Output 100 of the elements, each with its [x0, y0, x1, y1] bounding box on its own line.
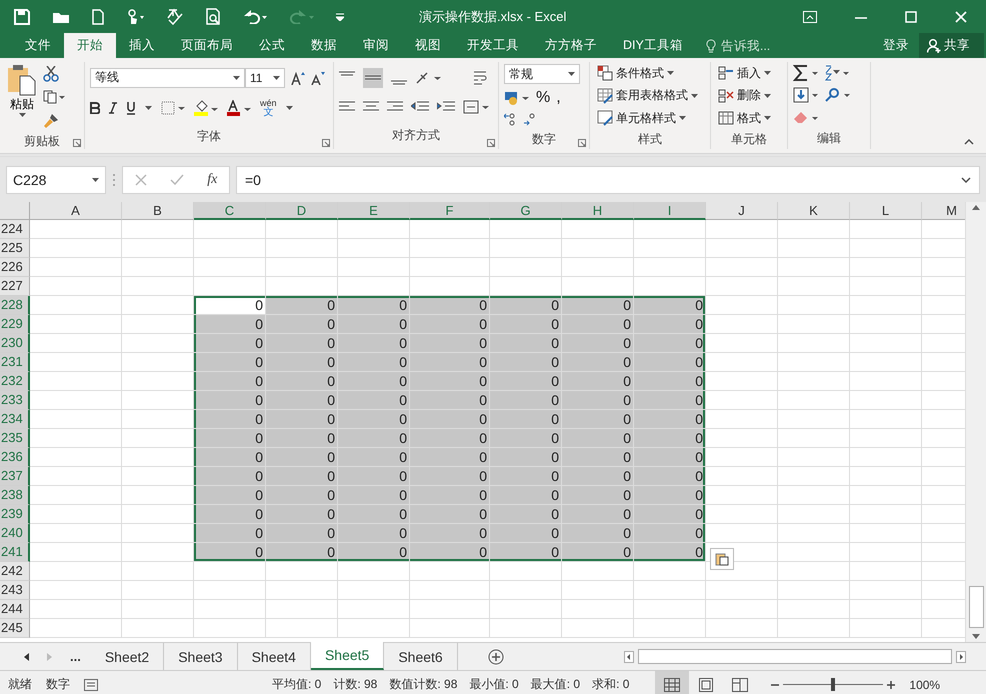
ribbon-tab[interactable]: 开始 [64, 33, 116, 58]
ribbon-tab[interactable]: 开发工具 [454, 33, 532, 58]
previous-sheet-icon[interactable] [24, 652, 29, 660]
underline-icon[interactable] [126, 100, 136, 114]
scroll-right-icon[interactable] [956, 650, 966, 662]
number-format-field[interactable]: 常规 [504, 64, 580, 84]
autosum-icon[interactable] [793, 65, 819, 82]
row-header[interactable]: 224 [0, 220, 30, 239]
save-icon[interactable] [14, 8, 30, 24]
name-box[interactable]: C228 [6, 166, 106, 194]
copy-icon[interactable] [43, 90, 65, 104]
italic-icon[interactable] [109, 102, 117, 114]
styles-menu-button[interactable]: 套用表格格式 [595, 86, 705, 106]
percent-button[interactable]: % [536, 89, 550, 108]
bold-icon[interactable] [90, 102, 100, 114]
macro-record-icon[interactable] [84, 678, 98, 690]
format-painter-icon[interactable] [43, 112, 59, 129]
row-header[interactable]: 242 [0, 562, 30, 581]
paste-button[interactable]: 粘贴 [5, 62, 39, 133]
sheet-tab[interactable]: Sheet5 [310, 642, 384, 670]
zoom-level[interactable]: 100% [909, 678, 940, 692]
sort-filter-icon[interactable] [825, 65, 851, 82]
column-header[interactable]: B [122, 202, 194, 220]
align-right-icon[interactable] [387, 101, 403, 114]
spelling-icon[interactable] [166, 8, 184, 26]
column-header[interactable]: K [778, 202, 850, 220]
ribbon-tab[interactable]: 页面布局 [168, 33, 246, 58]
row-header[interactable]: 245 [0, 619, 30, 638]
row-header[interactable]: 227 [0, 277, 30, 296]
font-color-icon[interactable] [227, 100, 251, 116]
column-header[interactable]: C [194, 202, 266, 220]
ribbon-tab[interactable]: 审阅 [350, 33, 402, 58]
column-header[interactable]: M [922, 202, 965, 220]
ribbon-tab[interactable]: 方方格子 [532, 33, 610, 58]
cells-menu-button[interactable]: 删除 [716, 86, 782, 106]
dialog-launcher-icon[interactable] [578, 139, 586, 147]
column-header[interactable]: E [338, 202, 410, 220]
ribbon-tab[interactable]: 公式 [246, 33, 298, 58]
styles-menu-button[interactable]: 单元格样式 [595, 108, 705, 128]
scrollbar-thumb[interactable] [968, 586, 984, 628]
row-header[interactable]: 229 [0, 315, 30, 334]
scroll-left-icon[interactable] [624, 650, 634, 662]
row-header[interactable]: 225 [0, 239, 30, 258]
more-sheets-button[interactable]: ... [70, 649, 81, 664]
column-header[interactable]: A [30, 202, 122, 220]
ribbon-tab[interactable]: DIY工具箱 [610, 33, 696, 58]
undo-icon[interactable] [244, 10, 268, 24]
column-header[interactable]: G [490, 202, 562, 220]
insert-function-button[interactable]: fx [207, 172, 218, 188]
column-header[interactable]: D [266, 202, 338, 220]
maximize-icon[interactable] [905, 10, 917, 22]
scroll-down-icon[interactable] [972, 634, 980, 639]
dialog-launcher-icon[interactable] [487, 139, 495, 147]
row-header[interactable]: 240 [0, 524, 30, 543]
cells-menu-button[interactable]: 格式 [716, 108, 782, 128]
row-header[interactable]: 235 [0, 429, 30, 448]
wrap-text-icon[interactable] [473, 71, 489, 86]
styles-menu-button[interactable]: 条件格式 [595, 64, 705, 83]
row-header[interactable]: 244 [0, 600, 30, 619]
phonetic-guide-button[interactable]: wén 文 [260, 98, 277, 116]
decrease-indent-icon[interactable] [411, 101, 429, 114]
row-header[interactable]: 243 [0, 581, 30, 600]
fill-down-icon[interactable] [793, 87, 819, 104]
zoom-in-icon[interactable] [887, 680, 896, 688]
ribbon-display-icon[interactable] [803, 10, 817, 22]
increase-indent-icon[interactable] [437, 101, 455, 114]
row-header[interactable]: 236 [0, 448, 30, 467]
close-icon[interactable] [955, 10, 967, 22]
shrink-font-icon[interactable] [311, 70, 325, 84]
tell-me-field[interactable]: 告诉我... [718, 38, 783, 54]
expand-icon[interactable] [961, 176, 971, 182]
row-header[interactable]: 226 [0, 258, 30, 277]
font-size-field[interactable]: 11 [245, 68, 285, 88]
row-header[interactable]: 233 [0, 391, 30, 410]
touch-mode-icon[interactable] [126, 8, 144, 24]
customize-icon[interactable] [336, 12, 344, 20]
column-header[interactable]: L [850, 202, 922, 220]
cells-menu-button[interactable]: 插入 [716, 64, 782, 83]
ribbon-tab[interactable]: 数据 [298, 33, 350, 58]
row-header[interactable]: 237 [0, 467, 30, 486]
search-icon[interactable] [825, 87, 851, 104]
row-header[interactable]: 231 [0, 353, 30, 372]
column-header[interactable]: J [706, 202, 778, 220]
dialog-launcher-icon[interactable] [322, 139, 330, 147]
row-header[interactable]: 232 [0, 372, 30, 391]
paste-options-button[interactable] [710, 548, 734, 570]
fill-color-icon[interactable] [194, 100, 218, 116]
row-header[interactable]: 230 [0, 334, 30, 353]
orientation-icon[interactable] [415, 71, 441, 86]
add-sheet-icon[interactable] [488, 648, 504, 664]
view-button[interactable] [655, 671, 690, 694]
collapse-ribbon-icon[interactable] [964, 139, 974, 145]
print-preview-icon[interactable] [206, 8, 222, 26]
dialog-launcher-icon[interactable] [73, 139, 81, 147]
font-name-field[interactable]: 等线 [90, 68, 245, 88]
align-center-icon[interactable] [363, 101, 379, 114]
ribbon-tab[interactable]: 视图 [402, 33, 454, 58]
align-left-icon[interactable] [339, 101, 355, 114]
grow-font-icon[interactable] [291, 70, 305, 84]
currency-icon[interactable] [504, 91, 530, 106]
